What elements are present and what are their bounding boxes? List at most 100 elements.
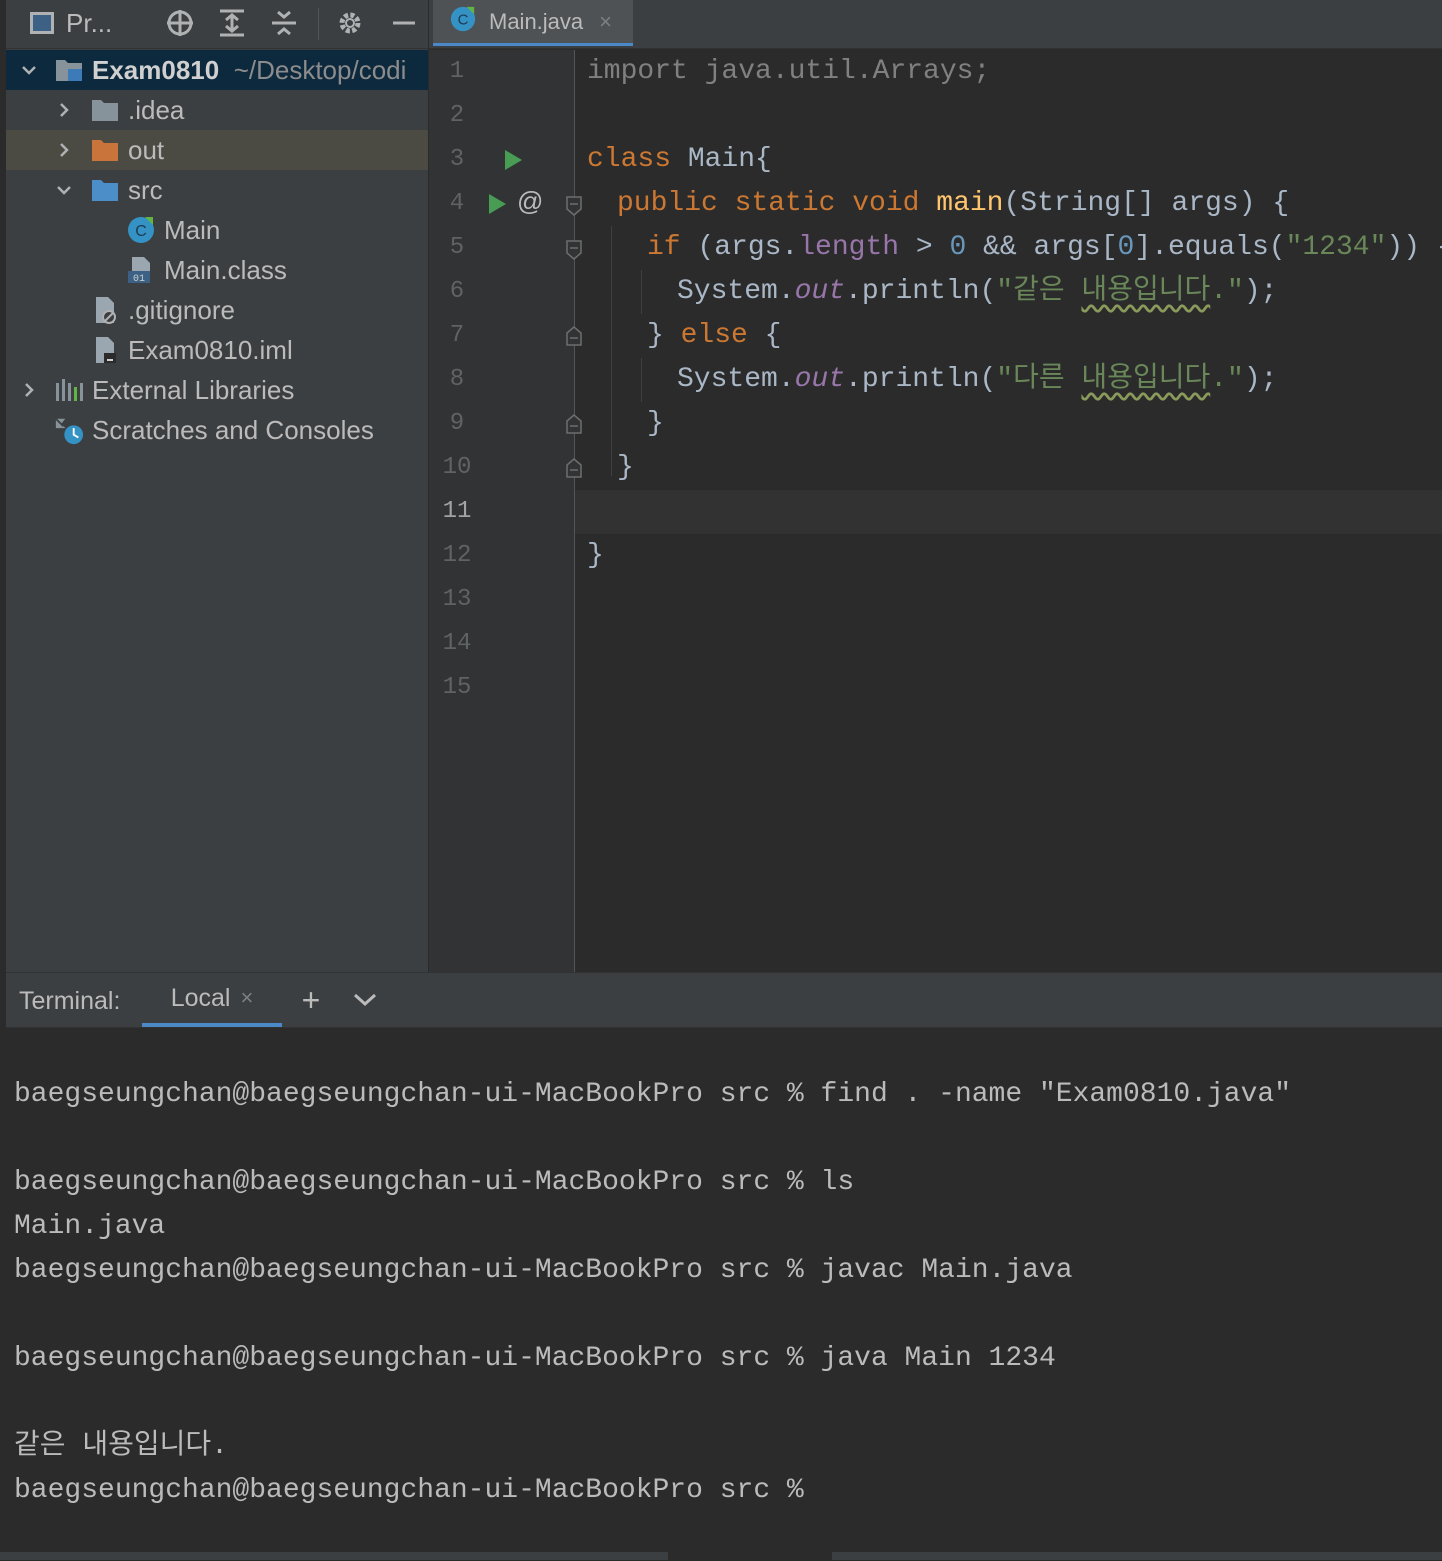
line-number: 4 <box>449 190 465 217</box>
java-class-icon: C <box>126 217 156 243</box>
folder-icon <box>90 97 120 123</box>
module-file-icon <box>90 337 120 363</box>
fold-icon[interactable] <box>565 458 583 483</box>
code-line-8[interactable]: System.out.println("다른 내용입니다."); <box>677 358 1277 402</box>
tab-label: Main.java <box>489 8 584 34</box>
source-folder-icon <box>90 177 120 203</box>
collapse-all-icon[interactable] <box>266 0 302 46</box>
line-number: 7 <box>449 322 465 349</box>
indent-guide <box>611 226 612 476</box>
tree-label: Exam0810.iml <box>128 334 293 365</box>
line-number: 15 <box>442 674 472 701</box>
chevron-down-icon[interactable] <box>19 60 39 80</box>
token-function: main <box>936 188 1004 219</box>
token: ].equals( <box>1134 232 1286 263</box>
gutter-divider <box>574 50 575 972</box>
chevron-right-icon[interactable] <box>54 100 74 120</box>
tree-label: Scratches and Consoles <box>92 414 374 445</box>
line-number: 13 <box>442 586 472 613</box>
token-keyword: if <box>647 232 681 263</box>
code-line-9[interactable]: } <box>647 402 664 446</box>
fold-icon[interactable] <box>565 240 583 265</box>
line-number: 1 <box>449 58 465 85</box>
chevron-right-icon[interactable] <box>19 380 39 400</box>
add-icon[interactable]: + <box>296 973 326 1027</box>
terminal-panel: Terminal: Local × + baegseungchan@baegse… <box>6 972 1442 1561</box>
code-line-3[interactable]: class Main{ <box>587 138 772 182</box>
tree-item-src[interactable]: src <box>6 170 428 210</box>
token: ); <box>1243 364 1278 395</box>
tree-item-main[interactable]: C Main <box>6 210 428 250</box>
expand-all-icon[interactable] <box>214 0 250 46</box>
project-view-selector[interactable]: Pr... <box>30 0 130 46</box>
tree-label: .idea <box>128 94 185 125</box>
code-line-10[interactable]: } <box>617 446 634 490</box>
code-line-1[interactable]: import java.util.Arrays; <box>587 50 990 94</box>
terminal-header: Terminal: Local × + <box>6 973 1442 1028</box>
indent-guide <box>641 358 642 402</box>
code-line-4[interactable]: public static void main(String[] args) { <box>617 182 1289 226</box>
line-number: 10 <box>442 454 472 481</box>
close-icon[interactable]: × <box>599 9 612 35</box>
tree-label: .gitignore <box>128 294 235 325</box>
code-line-5[interactable]: if (args.length > 0 && args[0].equals("1… <box>647 226 1442 270</box>
tree-root-exam0810[interactable]: Exam0810 ~/Desktop/codi <box>6 50 428 90</box>
token-keyword: public static void <box>617 188 920 219</box>
tree-item-scratches[interactable]: Scratches and Consoles <box>6 410 428 450</box>
tree-label: out <box>128 134 165 165</box>
status-segment <box>668 1552 832 1560</box>
token-string-typo: 내용입니다 <box>1081 276 1211 307</box>
tree-label: Main.class <box>164 254 287 285</box>
ide-window: Pr... Exam0810 ~/Desktop/codi .idea out … <box>0 0 1442 1561</box>
token-string: ." <box>1210 364 1244 395</box>
tree-item-external-libraries[interactable]: External Libraries <box>6 370 428 410</box>
token: )) { <box>1386 232 1442 263</box>
tree-item-out[interactable]: out <box>6 130 428 170</box>
project-panel: Pr... Exam0810 ~/Desktop/codi .idea out … <box>6 0 429 972</box>
line-number: 2 <box>449 102 465 129</box>
override-marker-icon[interactable]: @ <box>517 186 543 217</box>
tree-label: External Libraries <box>92 374 295 405</box>
chevron-right-icon[interactable] <box>54 140 74 160</box>
tab-main-java[interactable]: C Main.java × <box>433 0 633 46</box>
tree-item-iml[interactable]: Exam0810.iml <box>6 330 428 370</box>
terminal-line: baegseungchan@baegseungchan-ui-MacBookPr… <box>14 1167 855 1198</box>
token-string: "같은 <box>996 276 1082 307</box>
locate-icon[interactable] <box>162 0 198 46</box>
line-number: 3 <box>449 146 465 173</box>
run-gutter-icon[interactable] <box>503 149 523 176</box>
terminal-prompt[interactable]: baegseungchan@baegseungchan-ui-MacBookPr… <box>14 1469 804 1513</box>
fold-icon[interactable] <box>565 196 583 221</box>
tree-item-gitignore[interactable]: .gitignore <box>6 290 428 330</box>
panel-title: Pr... <box>66 7 113 38</box>
tab-label: Local <box>170 983 231 1012</box>
terminal-title: Terminal: <box>19 987 121 1015</box>
tree-item-main-class[interactable]: 01 Main.class <box>6 250 428 290</box>
tree-item-idea[interactable]: .idea <box>6 90 428 130</box>
chevron-down-icon[interactable] <box>350 973 380 1027</box>
class-file-icon: 01 <box>126 257 156 285</box>
token: Main{ <box>671 144 772 175</box>
project-view-icon <box>30 12 54 34</box>
root-path: ~/Desktop/codi <box>233 54 407 85</box>
fold-icon[interactable] <box>565 414 583 439</box>
scratches-icon <box>54 417 84 445</box>
chevron-down-icon[interactable] <box>54 180 74 200</box>
run-gutter-icon[interactable] <box>487 193 507 220</box>
tab-local[interactable]: Local × <box>142 973 282 1027</box>
code-line-6[interactable]: System.out.println("같은 내용입니다."); <box>677 270 1277 314</box>
close-icon[interactable]: × <box>240 985 253 1011</box>
hide-icon[interactable] <box>386 0 422 46</box>
code-line-7[interactable]: } else { <box>647 314 781 358</box>
line-number: 12 <box>442 542 472 569</box>
gear-icon[interactable] <box>332 0 368 46</box>
terminal-line: Main.java <box>14 1211 166 1242</box>
fold-icon[interactable] <box>565 326 583 351</box>
token: { <box>747 320 782 351</box>
token-field: length <box>798 232 900 263</box>
line-number: 5 <box>449 234 465 261</box>
tree-label: src <box>128 174 163 205</box>
code-line-12[interactable]: } <box>587 534 604 578</box>
line-number: 8 <box>449 366 465 393</box>
token: (String[] args) { <box>1003 188 1290 219</box>
